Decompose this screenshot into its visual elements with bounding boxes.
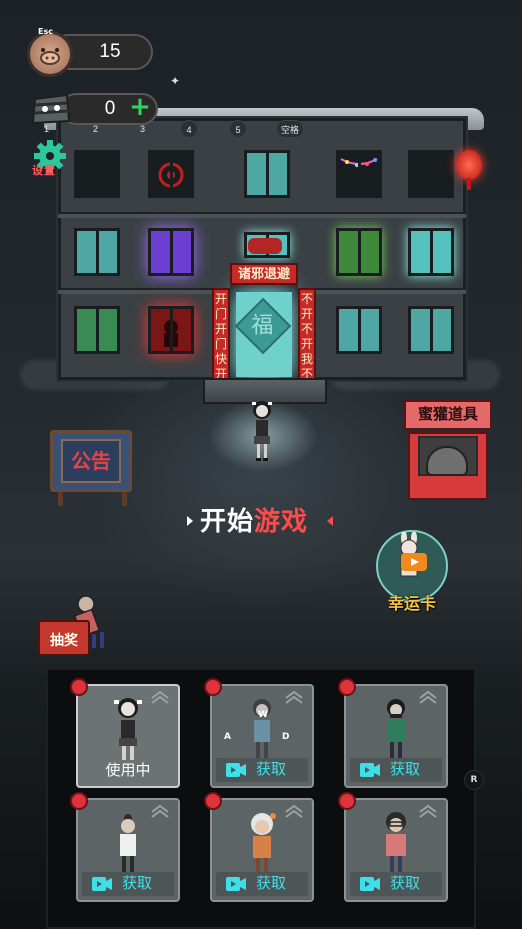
w-key-hint: W xyxy=(258,710,268,720)
video-icon xyxy=(360,877,380,891)
skin-card-6[interactable]: 获取 xyxy=(338,792,448,902)
gem-value: 0 xyxy=(104,98,116,119)
window xyxy=(244,150,290,198)
notification-dot xyxy=(338,678,356,696)
lottery-label[interactable]: 抽奖 xyxy=(38,630,90,650)
window xyxy=(148,150,194,198)
pig-avatar-icon[interactable] xyxy=(27,31,73,77)
r-key-hint: R xyxy=(464,770,484,790)
start-game-label[interactable]: 开始游戏 xyxy=(200,504,308,538)
notification-dot xyxy=(70,678,88,696)
get-skin-button[interactable]: 获取 xyxy=(350,872,442,896)
start-game-label-a: 开始 xyxy=(200,506,255,536)
notice-label: 公告 xyxy=(71,451,111,473)
lantern-icon xyxy=(456,150,482,190)
get-label: 获取 xyxy=(256,761,287,778)
chevron-up-icon xyxy=(285,804,303,818)
chevron-up-icon xyxy=(285,690,303,704)
star-icon: ✦ xyxy=(170,74,181,88)
notification-dot xyxy=(204,792,222,810)
skin-character xyxy=(120,814,136,872)
notice-post xyxy=(122,492,127,506)
skin-card-3[interactable]: 获取 xyxy=(338,678,448,788)
lucky-card-label[interactable]: 幸运卡 xyxy=(378,590,446,614)
a-key-hint: A xyxy=(224,732,231,742)
key-hint-5: 5 xyxy=(229,120,247,138)
left-couplet: 开门开门快开门 xyxy=(212,288,230,396)
window-lights xyxy=(408,228,454,276)
window xyxy=(74,150,120,198)
bandaged-creature-icon xyxy=(31,93,71,125)
skin-character xyxy=(387,699,405,758)
video-icon xyxy=(92,877,112,891)
notification-dot xyxy=(338,792,356,810)
arrow-right-icon xyxy=(187,516,193,526)
get-skin-button[interactable]: 获取 xyxy=(216,758,308,782)
get-label: 获取 xyxy=(256,875,287,892)
in-use-label: 使用中 xyxy=(105,762,151,779)
window xyxy=(74,306,120,354)
start-game-label-b: 游戏 xyxy=(254,506,309,536)
skin-card-2[interactable]: W A S D 获取 xyxy=(204,678,314,788)
window xyxy=(74,228,120,276)
get-skin-button[interactable]: 获取 xyxy=(82,872,174,896)
window xyxy=(408,150,454,198)
key-hint-3: 3 xyxy=(140,124,146,134)
get-label: 获取 xyxy=(390,875,421,892)
skin-panel: 使用中 W A S D 获取 获取 xyxy=(46,668,476,929)
skin-character xyxy=(114,698,142,760)
window-purple xyxy=(148,228,194,276)
skin-card-1[interactable]: 使用中 xyxy=(70,678,180,788)
notification-dot xyxy=(204,678,222,696)
esc-key-hint: Esc xyxy=(38,27,53,36)
right-couplet: 不开不开我不开 xyxy=(298,288,316,396)
skin-character xyxy=(251,813,276,872)
video-icon xyxy=(360,763,380,777)
skin-card-5[interactable]: 获取 xyxy=(204,792,314,902)
chevron-up-icon xyxy=(419,690,437,704)
notification-dot xyxy=(70,792,88,810)
window xyxy=(336,306,382,354)
video-icon xyxy=(226,877,246,891)
notice-post xyxy=(58,492,63,506)
player-character xyxy=(252,401,272,461)
arrow-left-icon xyxy=(327,516,333,526)
window-red xyxy=(148,306,194,354)
key-hint-4: 4 xyxy=(180,120,198,138)
window-lights xyxy=(336,150,382,198)
chevron-up-icon xyxy=(151,690,169,704)
get-label: 获取 xyxy=(122,875,153,892)
video-icon xyxy=(226,763,246,777)
floor-divider xyxy=(58,212,466,218)
video-ad-icon xyxy=(401,553,427,571)
get-label: 获取 xyxy=(390,761,421,778)
notice-board-button[interactable]: 公告 xyxy=(50,430,132,492)
shop-sign[interactable]: 蜜獾道具 xyxy=(404,400,492,430)
notice-panel: 公告 xyxy=(61,439,121,483)
chevron-up-icon xyxy=(419,804,437,818)
window xyxy=(408,306,454,354)
skin-card-4[interactable]: 获取 xyxy=(70,792,180,902)
key-hint-space: 空格 xyxy=(276,120,305,138)
skin-character xyxy=(253,699,271,758)
skin-character xyxy=(386,812,406,872)
key-hint-2: 2 xyxy=(93,124,99,134)
d-key-hint: D xyxy=(282,732,290,742)
get-skin-button[interactable]: 获取 xyxy=(350,758,442,782)
door-banner: 诸邪退避 xyxy=(230,263,298,285)
honey-badger-icon xyxy=(426,446,468,476)
coin-value: 15 xyxy=(99,41,121,62)
window-jungle xyxy=(336,228,382,276)
add-gems-button[interactable]: + xyxy=(128,94,152,120)
key-hint-1: 1 xyxy=(44,124,50,134)
get-skin-button[interactable]: 获取 xyxy=(216,872,308,896)
door-light xyxy=(248,238,282,254)
chevron-up-icon xyxy=(151,804,169,818)
settings-label[interactable]: 设置 xyxy=(32,162,56,178)
